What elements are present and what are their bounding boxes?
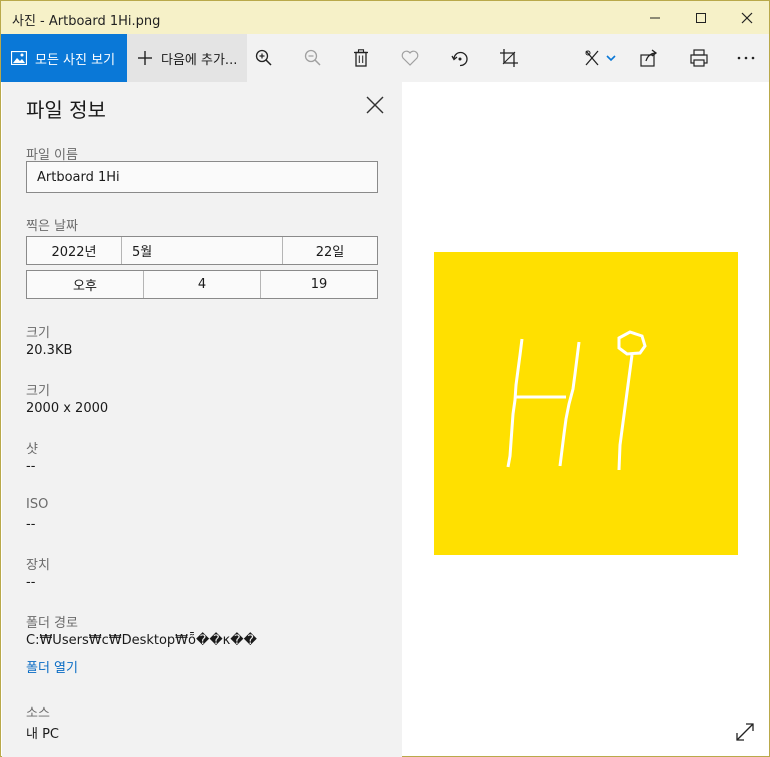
expand-icon bbox=[736, 723, 754, 741]
share-button[interactable] bbox=[626, 34, 672, 82]
dimensions-label: 크기 bbox=[26, 384, 50, 399]
folder-path-label: 폴더 경로 bbox=[26, 616, 78, 631]
edit-create-button[interactable] bbox=[575, 34, 625, 82]
title-bar: 사진 - Artboard 1Hi.png bbox=[1, 1, 769, 34]
add-to-button[interactable]: 다음에 추가... bbox=[127, 34, 247, 82]
favorite-button[interactable] bbox=[387, 34, 433, 82]
more-icon bbox=[737, 56, 755, 60]
more-button[interactable] bbox=[723, 34, 769, 82]
rotate-icon bbox=[451, 51, 468, 67]
print-button[interactable] bbox=[676, 34, 722, 82]
toolbar: 모든 사진 보기 다음에 추가... bbox=[1, 34, 769, 82]
iso-label: ISO bbox=[26, 497, 49, 512]
rotate-button[interactable] bbox=[437, 34, 483, 82]
shot-label: 샷 bbox=[26, 442, 38, 457]
device-label: 장치 bbox=[26, 558, 50, 573]
all-photos-button[interactable]: 모든 사진 보기 bbox=[1, 34, 127, 82]
plus-icon bbox=[137, 50, 153, 66]
date-month[interactable]: 5월 bbox=[122, 237, 283, 264]
time-minute[interactable]: 19 bbox=[261, 271, 377, 298]
zoom-in-icon bbox=[255, 49, 272, 66]
file-name-field[interactable]: Artboard 1Hi bbox=[26, 161, 378, 193]
source-value: 내 PC bbox=[26, 727, 60, 742]
close-button[interactable] bbox=[724, 1, 770, 34]
date-taken-label: 찍은 날짜 bbox=[26, 219, 78, 234]
photo-image bbox=[434, 252, 738, 555]
close-icon bbox=[366, 96, 384, 114]
folder-path-value: C:₩Users₩c₩Desktop₩ȭ��κ�� bbox=[26, 633, 257, 648]
panel-title: 파일 정보 bbox=[26, 98, 106, 122]
share-icon bbox=[640, 49, 658, 67]
all-photos-label: 모든 사진 보기 bbox=[35, 52, 116, 68]
shot-value: -- bbox=[26, 459, 36, 474]
panel-close-button[interactable] bbox=[366, 96, 386, 116]
expand-button[interactable] bbox=[735, 722, 757, 744]
photo-icon bbox=[11, 51, 27, 65]
favorite-icon bbox=[401, 50, 419, 66]
delete-icon bbox=[354, 49, 368, 67]
zoom-in-button[interactable] bbox=[241, 34, 287, 82]
photos-window: 사진 - Artboard 1Hi.png 모든 사진 보기 다음에 추가... bbox=[0, 0, 770, 757]
iso-value: -- bbox=[26, 517, 36, 532]
maximize-icon bbox=[696, 12, 706, 23]
zoom-out-icon bbox=[304, 49, 321, 66]
size-value: 20.3KB bbox=[26, 343, 73, 358]
close-icon bbox=[741, 12, 753, 23]
file-info-panel: 파일 정보 파일 이름 Artboard 1Hi 찍은 날짜 2022년 5월 … bbox=[2, 82, 402, 757]
zoom-out-button[interactable] bbox=[290, 34, 336, 82]
crop-icon bbox=[500, 49, 518, 67]
source-label: 소스 bbox=[26, 706, 50, 721]
date-day[interactable]: 22일 bbox=[283, 237, 377, 264]
device-value: -- bbox=[26, 575, 36, 590]
date-year[interactable]: 2022년 bbox=[27, 237, 122, 264]
print-icon bbox=[690, 49, 708, 67]
edit-icon bbox=[585, 50, 616, 66]
minimize-button[interactable] bbox=[632, 1, 678, 34]
size-label: 크기 bbox=[26, 326, 50, 341]
minimize-icon bbox=[650, 17, 660, 18]
dimensions-value: 2000 x 2000 bbox=[26, 401, 109, 416]
time-ampm[interactable]: 오후 bbox=[27, 271, 144, 298]
time-picker[interactable]: 오후 4 19 bbox=[26, 270, 378, 299]
delete-button[interactable] bbox=[338, 34, 384, 82]
crop-button[interactable] bbox=[486, 34, 532, 82]
date-picker[interactable]: 2022년 5월 22일 bbox=[26, 236, 378, 265]
window-title: 사진 - Artboard 1Hi.png bbox=[12, 14, 161, 29]
maximize-button[interactable] bbox=[678, 1, 724, 34]
time-hour[interactable]: 4 bbox=[144, 271, 261, 298]
open-folder-link[interactable]: 폴더 열기 bbox=[26, 657, 78, 676]
add-to-label: 다음에 추가... bbox=[161, 52, 238, 68]
photo-background bbox=[434, 252, 738, 555]
